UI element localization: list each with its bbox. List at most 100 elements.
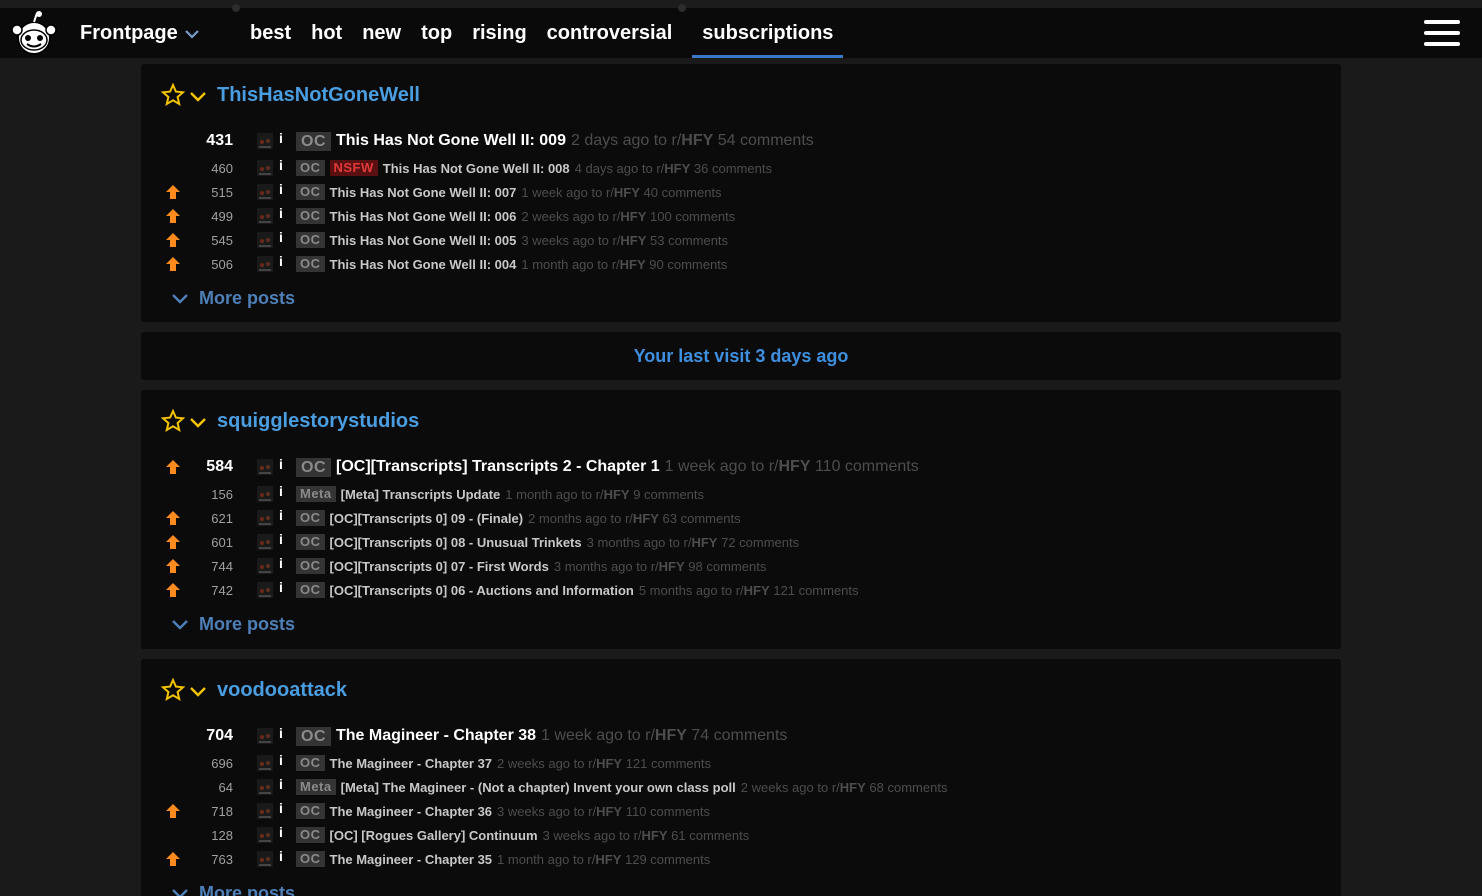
upvote-arrow-icon[interactable]: [165, 232, 181, 248]
info-icon[interactable]: i: [279, 253, 283, 269]
post-thumbnail-icon[interactable]: [257, 755, 273, 771]
favorite-star-icon[interactable]: [161, 678, 185, 702]
post-subreddit-link[interactable]: HFY: [633, 511, 659, 526]
post-comments-link[interactable]: 121 comments: [626, 756, 711, 771]
info-icon[interactable]: i: [279, 157, 283, 173]
tab-best[interactable]: best: [240, 8, 301, 58]
post-thumbnail-icon[interactable]: [257, 534, 273, 550]
post-thumbnail-icon[interactable]: [257, 558, 273, 574]
upvote-arrow-icon[interactable]: [165, 459, 181, 475]
reddit-alien-logo-icon[interactable]: [10, 10, 58, 58]
post-comments-link[interactable]: 110 comments: [626, 804, 710, 819]
post-comments-link[interactable]: 110 comments: [815, 458, 919, 475]
more-posts-button[interactable]: More posts: [171, 614, 295, 635]
post-thumbnail-icon[interactable]: [257, 728, 273, 744]
post-title-link[interactable]: This Has Not Gone Well II: 008: [383, 161, 570, 176]
upvote-arrow-icon[interactable]: [165, 803, 181, 819]
favorite-star-icon[interactable]: [161, 83, 185, 107]
info-icon[interactable]: i: [279, 531, 283, 547]
info-icon[interactable]: i: [279, 205, 283, 221]
post-title-link[interactable]: [OC][Transcripts 0] 09 - (Finale): [330, 511, 524, 526]
upvote-arrow-icon[interactable]: [165, 851, 181, 867]
post-thumbnail-icon[interactable]: [257, 779, 273, 795]
collapse-chevron-icon[interactable]: [189, 417, 207, 429]
post-title-link[interactable]: This Has Not Gone Well II: 009: [336, 132, 566, 150]
upvote-arrow-icon[interactable]: [165, 256, 181, 272]
post-thumbnail-icon[interactable]: [257, 851, 273, 867]
post-comments-link[interactable]: 40 comments: [644, 185, 722, 200]
info-icon[interactable]: i: [279, 555, 283, 571]
post-subreddit-link[interactable]: HFY: [779, 458, 811, 475]
more-posts-button[interactable]: More posts: [171, 288, 295, 309]
post-comments-link[interactable]: 72 comments: [721, 535, 799, 550]
post-title-link[interactable]: [Meta] The Magineer - (Not a chapter) In…: [341, 780, 736, 795]
info-icon[interactable]: i: [279, 579, 283, 595]
post-subreddit-link[interactable]: HFY: [681, 132, 713, 149]
post-subreddit-link[interactable]: HFY: [642, 828, 668, 843]
post-comments-link[interactable]: 54 comments: [718, 132, 814, 149]
post-title-link[interactable]: The Magineer - Chapter 35: [330, 852, 493, 867]
tab-top[interactable]: top: [411, 8, 462, 58]
more-posts-button[interactable]: More posts: [171, 883, 295, 896]
post-subreddit-link[interactable]: HFY: [620, 233, 646, 248]
post-title-link[interactable]: [Meta] Transcripts Update: [341, 487, 501, 502]
post-comments-link[interactable]: 90 comments: [649, 257, 727, 272]
info-icon[interactable]: i: [279, 507, 283, 523]
hamburger-menu-icon[interactable]: [1424, 20, 1460, 48]
info-icon[interactable]: i: [279, 130, 283, 146]
tab-hot[interactable]: hot: [301, 8, 352, 58]
post-comments-link[interactable]: 100 comments: [650, 209, 735, 224]
post-subreddit-link[interactable]: HFY: [596, 756, 622, 771]
post-thumbnail-icon[interactable]: [257, 232, 273, 248]
post-comments-link[interactable]: 9 comments: [633, 487, 704, 502]
tab-rising[interactable]: rising: [462, 8, 536, 58]
post-title-link[interactable]: [OC][Transcripts 0] 08 - Unusual Trinket…: [330, 535, 582, 550]
post-thumbnail-icon[interactable]: [257, 160, 273, 176]
info-icon[interactable]: i: [279, 752, 283, 768]
post-comments-link[interactable]: 61 comments: [671, 828, 749, 843]
post-subreddit-link[interactable]: HFY: [691, 535, 717, 550]
post-subreddit-link[interactable]: HFY: [604, 487, 630, 502]
post-subreddit-link[interactable]: HFY: [840, 780, 866, 795]
post-comments-link[interactable]: 63 comments: [663, 511, 741, 526]
upvote-arrow-icon[interactable]: [165, 582, 181, 598]
post-title-link[interactable]: [OC] [Rogues Gallery] Continuum: [330, 828, 538, 843]
upvote-arrow-icon[interactable]: [165, 208, 181, 224]
upvote-arrow-icon[interactable]: [165, 558, 181, 574]
post-title-link[interactable]: This Has Not Gone Well II: 007: [330, 185, 517, 200]
post-title-link[interactable]: [OC][Transcripts] Transcripts 2 - Chapte…: [336, 458, 660, 476]
collapse-chevron-icon[interactable]: [189, 686, 207, 698]
post-thumbnail-icon[interactable]: [257, 133, 273, 149]
post-thumbnail-icon[interactable]: [257, 803, 273, 819]
upvote-arrow-icon[interactable]: [165, 534, 181, 550]
frontpage-dropdown[interactable]: Frontpage: [80, 22, 200, 45]
post-title-link[interactable]: The Magineer - Chapter 38: [336, 727, 536, 745]
post-thumbnail-icon[interactable]: [257, 256, 273, 272]
post-thumbnail-icon[interactable]: [257, 208, 273, 224]
post-thumbnail-icon[interactable]: [257, 459, 273, 475]
post-subreddit-link[interactable]: HFY: [595, 852, 621, 867]
post-comments-link[interactable]: 98 comments: [688, 559, 766, 574]
subreddit-name-link[interactable]: squigglestorystudios: [217, 410, 419, 433]
post-subreddit-link[interactable]: HFY: [664, 161, 690, 176]
upvote-arrow-icon[interactable]: [165, 184, 181, 200]
post-title-link[interactable]: [OC][Transcripts 0] 07 - First Words: [330, 559, 549, 574]
info-icon[interactable]: i: [279, 848, 283, 864]
post-title-link[interactable]: The Magineer - Chapter 36: [330, 804, 493, 819]
post-subreddit-link[interactable]: HFY: [655, 727, 687, 744]
post-comments-link[interactable]: 53 comments: [650, 233, 728, 248]
post-comments-link[interactable]: 129 comments: [625, 852, 710, 867]
info-icon[interactable]: i: [279, 776, 283, 792]
subreddit-name-link[interactable]: voodooattack: [217, 679, 347, 702]
post-subreddit-link[interactable]: HFY: [659, 559, 685, 574]
post-title-link[interactable]: This Has Not Gone Well II: 004: [330, 257, 517, 272]
info-icon[interactable]: i: [279, 181, 283, 197]
post-title-link[interactable]: This Has Not Gone Well II: 005: [330, 233, 517, 248]
post-title-link[interactable]: [OC][Transcripts 0] 06 - Auctions and In…: [330, 583, 634, 598]
info-icon[interactable]: i: [279, 824, 283, 840]
collapse-chevron-icon[interactable]: [189, 91, 207, 103]
post-subreddit-link[interactable]: HFY: [614, 185, 640, 200]
post-thumbnail-icon[interactable]: [257, 510, 273, 526]
info-icon[interactable]: i: [279, 725, 283, 741]
post-subreddit-link[interactable]: HFY: [596, 804, 622, 819]
